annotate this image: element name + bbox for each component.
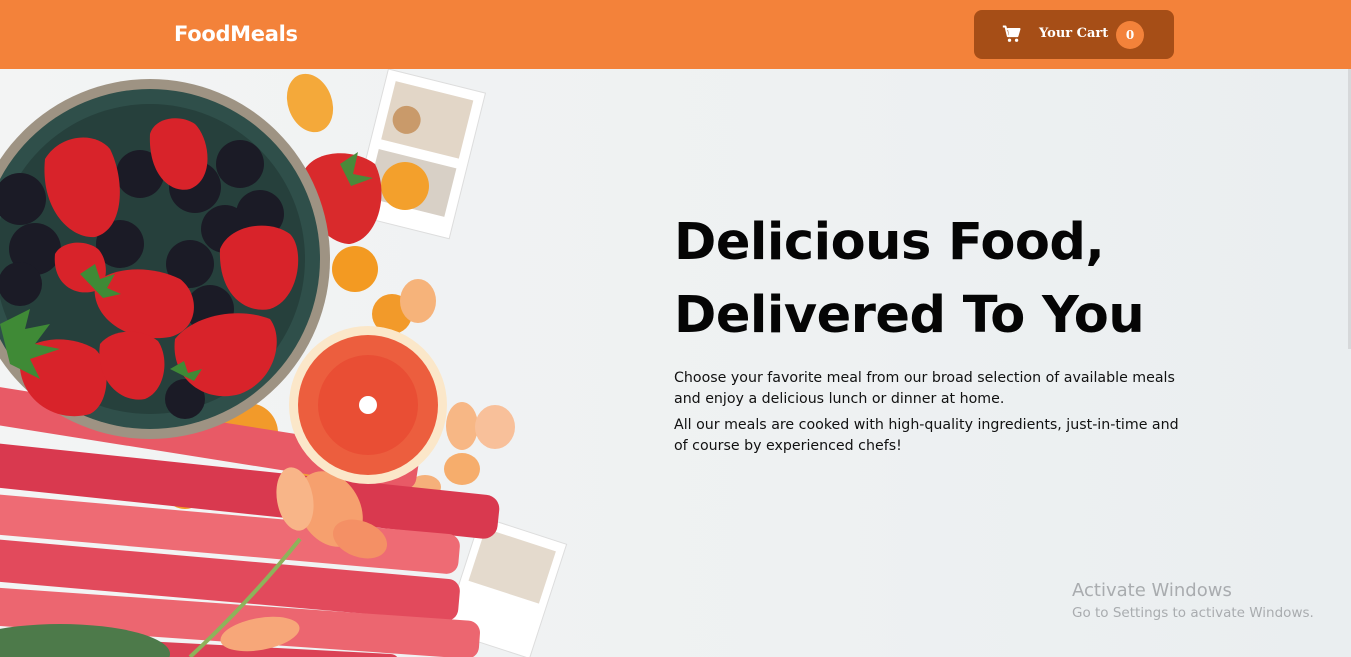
cart-button[interactable]: Your Cart 0	[974, 10, 1174, 59]
activate-windows-title: Activate Windows	[1072, 580, 1232, 601]
cart-label: Your Cart	[1039, 26, 1109, 41]
site-logo[interactable]: FoodMeals	[174, 22, 298, 46]
hero-section: Delicious Food, Delivered To You Choose …	[0, 69, 1351, 657]
top-header: FoodMeals Your Cart 0	[0, 0, 1351, 69]
hero-paragraph-2: All our meals are cooked with high-quali…	[674, 417, 1179, 454]
hero-headline: Delicious Food, Delivered To You	[674, 213, 1145, 345]
cart-icon	[1002, 25, 1021, 42]
activate-windows-subtitle: Go to Settings to activate Windows.	[1072, 605, 1314, 621]
cart-count-badge: 0	[1116, 21, 1144, 49]
hero-paragraph-1: Choose your favorite meal from our broad…	[674, 370, 1175, 407]
food-flatlay-image	[0, 69, 568, 657]
